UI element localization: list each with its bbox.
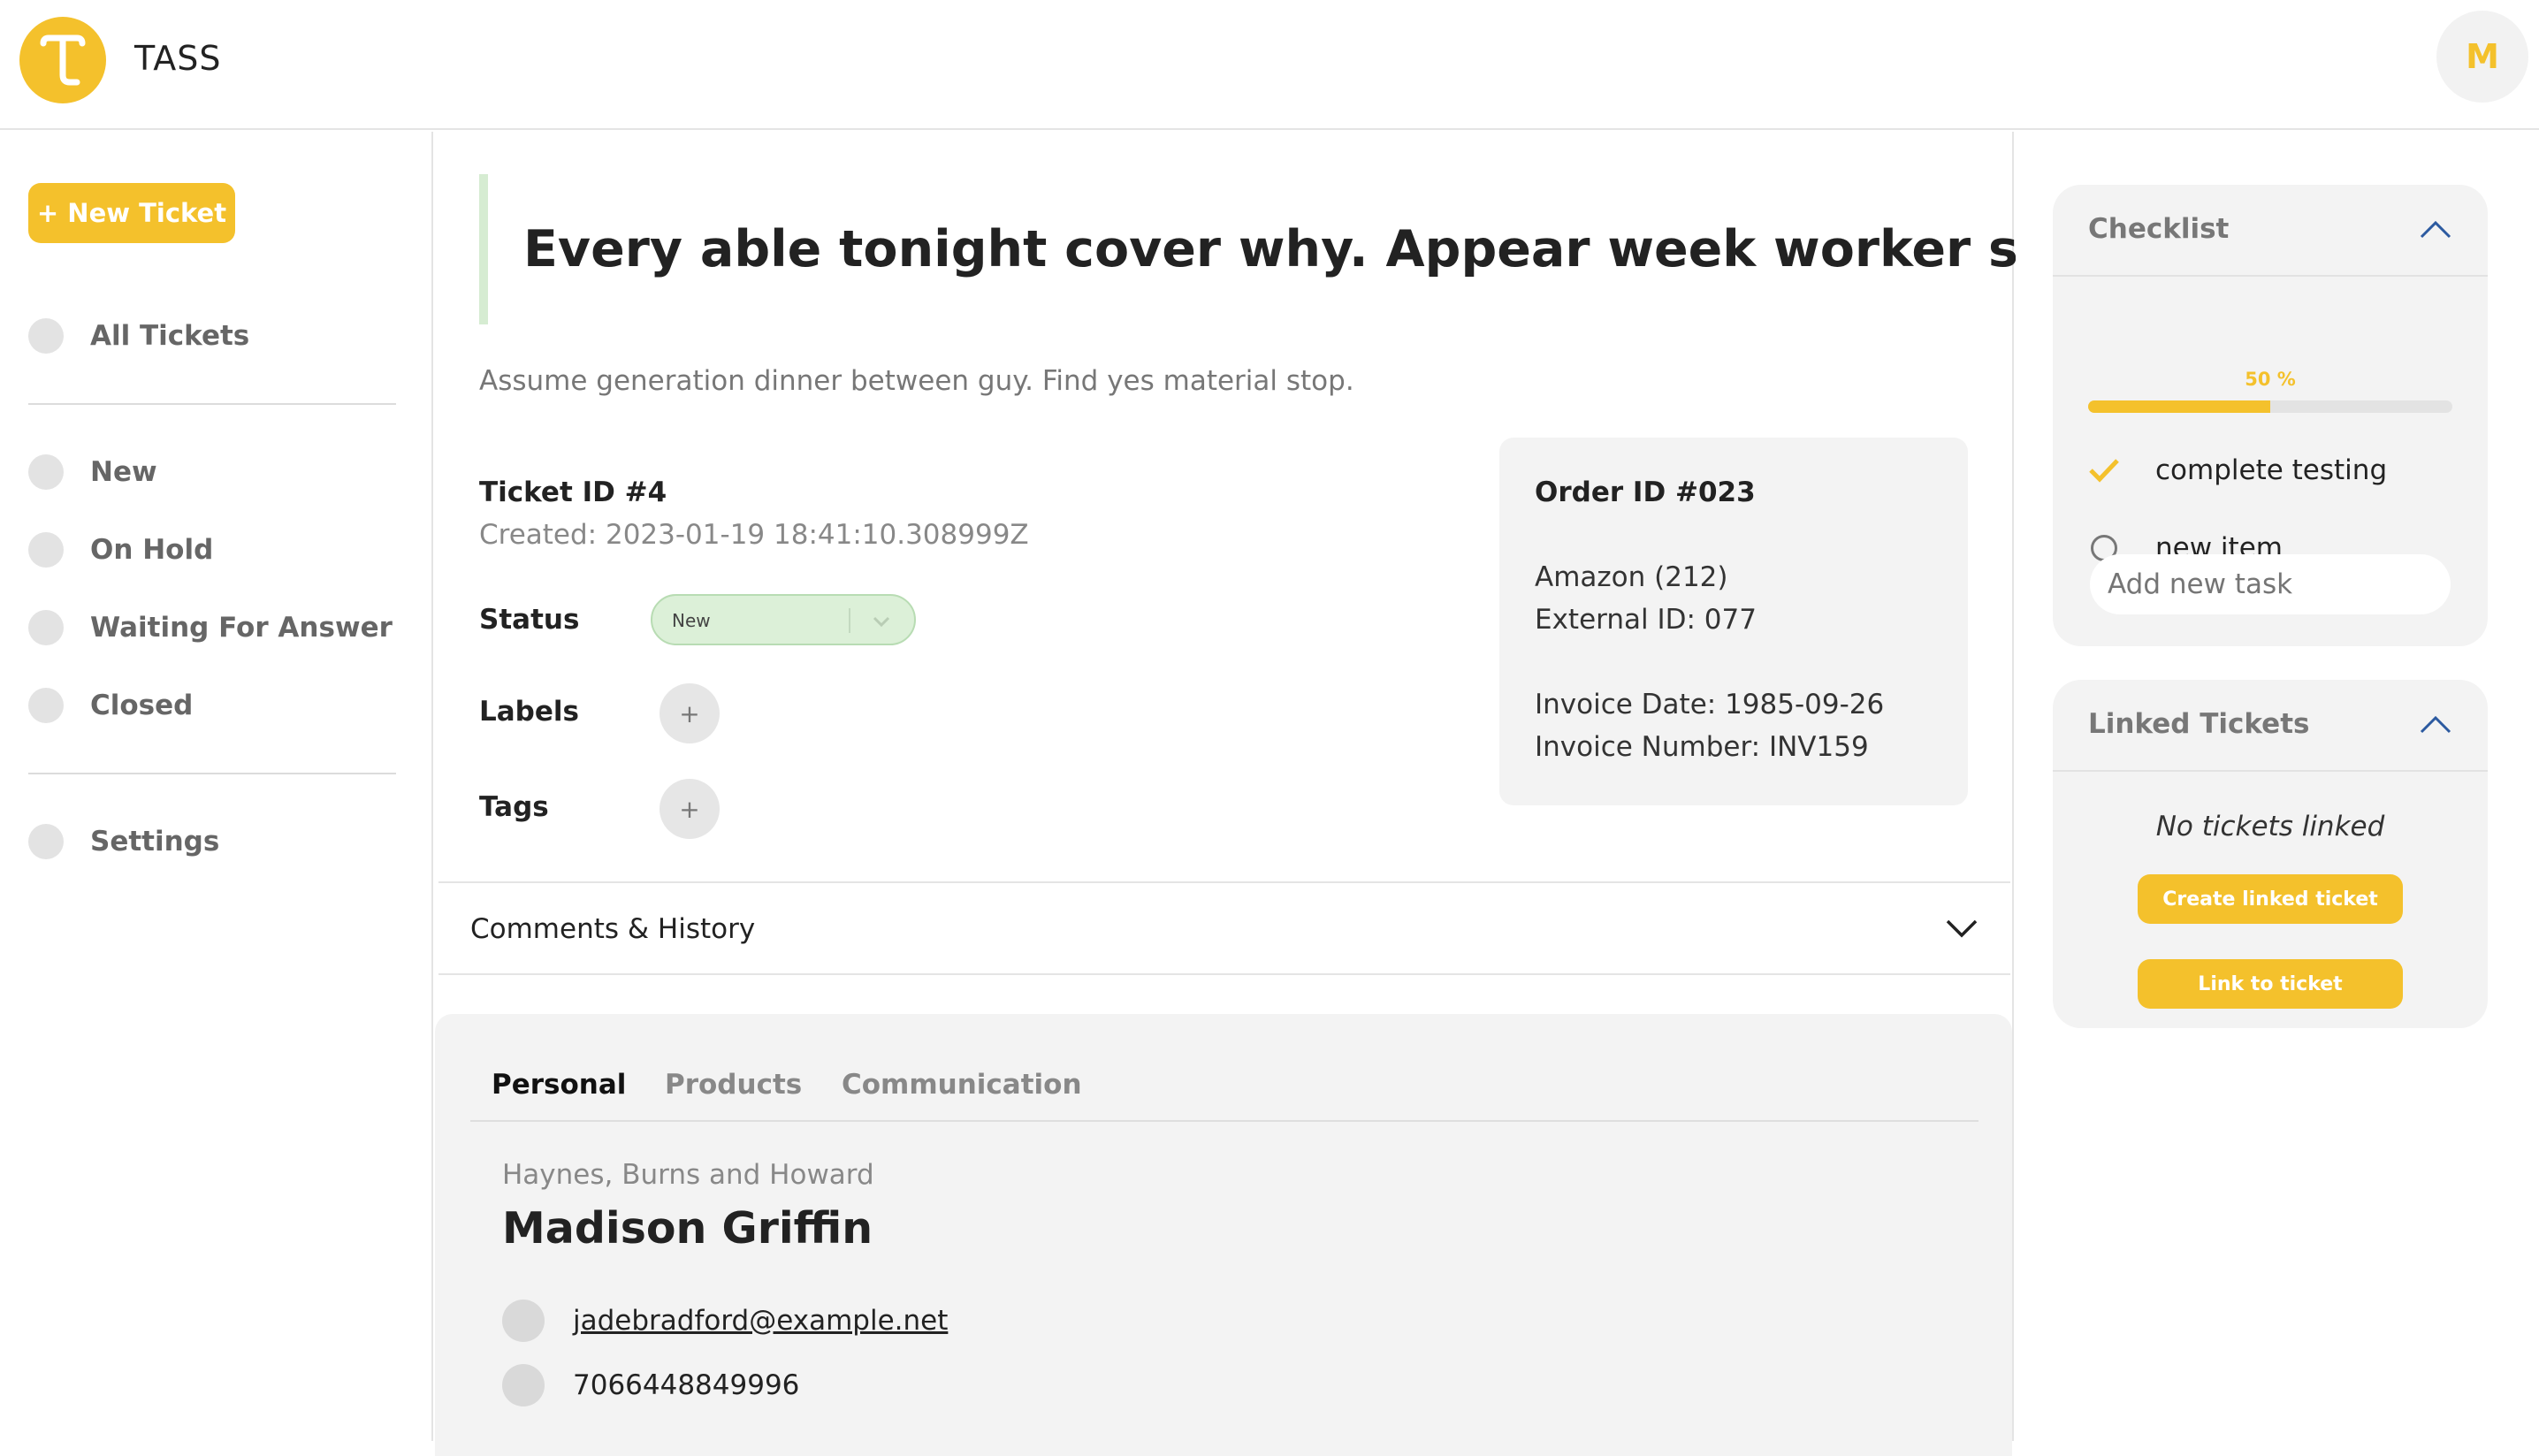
sidebar-item-on-hold[interactable]: On Hold <box>28 528 213 572</box>
ticket-id: Ticket ID #4 <box>479 476 667 508</box>
sidebar-item-label: All Tickets <box>90 320 250 352</box>
nav-dot-icon <box>28 610 64 645</box>
logo-icon[interactable] <box>19 17 106 103</box>
progress-percent: 50 % <box>2245 369 2296 390</box>
customer-name: Madison Griffin <box>502 1203 873 1254</box>
right-panel: Checklist 50 % complete testing new item… <box>2016 132 2539 1441</box>
email-link[interactable]: jadebradford@example.net <box>573 1305 948 1337</box>
checkmark-icon <box>2088 454 2120 486</box>
status-select[interactable]: New <box>651 594 916 645</box>
checklist-header[interactable]: Checklist <box>2053 185 2488 277</box>
customer-company: Haynes, Burns and Howard <box>502 1159 874 1191</box>
add-label-button[interactable]: + <box>660 683 720 743</box>
checklist-item[interactable]: complete testing <box>2088 448 2387 492</box>
sidebar-item-label: Closed <box>90 690 194 721</box>
sidebar-item-label: Waiting For Answer <box>90 612 393 644</box>
sidebar-item-waiting-for-answer[interactable]: Waiting For Answer <box>28 606 393 650</box>
checklist-title: Checklist <box>2088 213 2230 245</box>
ticket-title-block: Every able tonight cover why. Appear wee… <box>479 174 2136 324</box>
ticket-detail: Every able tonight cover why. Appear wee… <box>435 132 2136 1456</box>
phone-row: 7066448849996 <box>502 1363 799 1407</box>
add-tag-button[interactable]: + <box>660 779 720 839</box>
email-row: jadebradford@example.net <box>502 1299 948 1343</box>
tab-products[interactable]: Products <box>665 1069 802 1101</box>
tags-label: Tags <box>479 791 549 823</box>
sidebar-divider <box>28 403 396 405</box>
order-id: Order ID #023 <box>1535 476 1756 508</box>
nav-dot-icon <box>28 532 64 568</box>
status-value: New <box>672 610 711 631</box>
nav-dot-icon <box>28 824 64 859</box>
sidebar-item-all-tickets[interactable]: All Tickets <box>28 314 249 358</box>
order-shop: Amazon (212) <box>1535 561 1728 593</box>
tab-communication[interactable]: Communication <box>842 1069 1082 1101</box>
status-label: Status <box>479 604 580 636</box>
top-bar: TASS M <box>0 0 2539 130</box>
created-timestamp: Created: 2023-01-19 18:41:10.308999Z <box>479 519 1029 551</box>
chevron-up-icon <box>2419 712 2452 742</box>
sidebar-item-label: Settings <box>90 826 220 858</box>
tab-personal[interactable]: Personal <box>492 1069 626 1101</box>
order-card: Order ID #023 Amazon (212) External ID: … <box>1499 438 1968 805</box>
nav-dot-icon <box>28 318 64 354</box>
sidebar-item-settings[interactable]: Settings <box>28 819 219 864</box>
link-to-ticket-button[interactable]: Link to ticket <box>2138 959 2403 1009</box>
phone-number: 7066448849996 <box>573 1369 800 1401</box>
no-linked-tickets-text: No tickets linked <box>2155 811 2385 842</box>
comments-history-toggle[interactable]: Comments & History <box>438 881 2010 975</box>
sidebar-item-new[interactable]: New <box>28 450 157 494</box>
linked-tickets-card: Linked Tickets No tickets linked Create … <box>2053 680 2488 1028</box>
labels-label: Labels <box>479 696 579 728</box>
nav-dot-icon <box>28 454 64 490</box>
chevron-down-icon <box>870 610 893 637</box>
sidebar-item-label: New <box>90 456 157 488</box>
create-linked-ticket-button[interactable]: Create linked ticket <box>2138 874 2403 924</box>
user-avatar[interactable]: M <box>2436 11 2528 103</box>
linked-tickets-header[interactable]: Linked Tickets <box>2053 680 2488 772</box>
customer-panel: Personal Products Communication Haynes, … <box>435 1014 2012 1456</box>
invoice-number: Invoice Number: INV159 <box>1535 731 1869 763</box>
progress-bar <box>2088 400 2452 413</box>
checklist-item-label: complete testing <box>2155 454 2388 486</box>
progress-fill <box>2088 400 2270 413</box>
chevron-up-icon <box>2419 217 2452 247</box>
sidebar-item-label: On Hold <box>90 534 214 566</box>
order-external-id: External ID: 077 <box>1535 604 1757 636</box>
invoice-date: Invoice Date: 1985-09-26 <box>1535 689 1885 720</box>
sidebar: + New Ticket All Tickets New On Hold Wai… <box>0 132 433 1441</box>
add-task-input[interactable] <box>2090 554 2451 614</box>
select-separator <box>849 608 850 633</box>
email-icon <box>502 1300 545 1342</box>
ticket-description: Assume generation dinner between guy. Fi… <box>479 365 1354 397</box>
sidebar-item-closed[interactable]: Closed <box>28 683 193 728</box>
ticket-title: Every able tonight cover why. Appear wee… <box>523 220 2137 278</box>
linked-tickets-title: Linked Tickets <box>2088 708 2310 740</box>
sidebar-divider <box>28 773 396 774</box>
checklist-card: Checklist 50 % complete testing new item <box>2053 185 2488 646</box>
phone-icon <box>502 1364 545 1406</box>
new-ticket-button[interactable]: + New Ticket <box>28 183 235 243</box>
app-title: TASS <box>134 39 222 78</box>
customer-tabs: Personal Products Communication <box>470 1014 1979 1122</box>
chevron-down-icon <box>1945 915 1979 945</box>
nav-dot-icon <box>28 688 64 723</box>
comments-history-label: Comments & History <box>470 913 756 945</box>
